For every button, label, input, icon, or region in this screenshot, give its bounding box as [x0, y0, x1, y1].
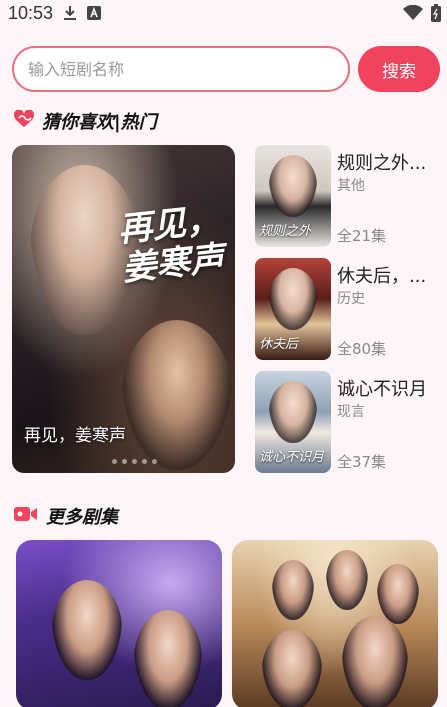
video-camera-icon: [14, 505, 38, 527]
recommend-section-title: 猜你喜欢|热门: [42, 112, 157, 133]
drama-genre: 现言: [337, 404, 365, 420]
search-input[interactable]: [12, 46, 350, 92]
drama-episodes: 全21集: [337, 227, 387, 245]
drama-title: 诚心不识月: [337, 379, 427, 400]
drama-card[interactable]: [232, 540, 438, 707]
drama-episodes: 全37集: [337, 453, 387, 471]
drama-list-item[interactable]: 休夫后 休夫后，... 历史 全80集: [255, 258, 440, 360]
poster-title: 再见，姜寒声: [116, 199, 226, 290]
drama-card[interactable]: [16, 540, 222, 707]
drama-thumbnail: 休夫后: [255, 258, 331, 360]
drama-thumbnail: 诚心不识月: [255, 371, 331, 473]
featured-caption: 再见，姜寒声: [24, 426, 126, 446]
drama-title: 休夫后，...: [337, 266, 427, 287]
download-icon: [63, 5, 77, 21]
drama-list-item[interactable]: 诚心不识月 诚心不识月 现言 全37集: [255, 371, 440, 473]
featured-drama-card[interactable]: 再见，姜寒声 再见，姜寒声: [12, 145, 235, 473]
drama-list-item[interactable]: 规则之外 规则之外... 其他 全21集: [255, 145, 440, 247]
recommend-section-header: 猜你喜欢|热门: [13, 108, 157, 134]
poster-image: [122, 320, 232, 470]
battery-icon: [431, 4, 441, 27]
more-section-header: 更多剧集: [14, 503, 118, 529]
more-section-title: 更多剧集: [46, 507, 118, 528]
search-bar: 搜索: [12, 46, 440, 94]
drama-episodes: 全80集: [337, 340, 387, 358]
carousel-indicator: [112, 459, 157, 464]
heart-icon: [13, 109, 35, 132]
wifi-icon: [403, 4, 423, 26]
drama-genre: 历史: [337, 291, 365, 307]
status-time: 10:53: [8, 2, 54, 23]
search-button[interactable]: 搜索: [358, 46, 440, 92]
drama-thumbnail: 规则之外: [255, 145, 331, 247]
notification-a-icon: [87, 6, 102, 20]
drama-genre: 其他: [337, 178, 365, 194]
drama-title: 规则之外...: [337, 153, 427, 174]
status-bar: 10:53: [0, 0, 447, 26]
